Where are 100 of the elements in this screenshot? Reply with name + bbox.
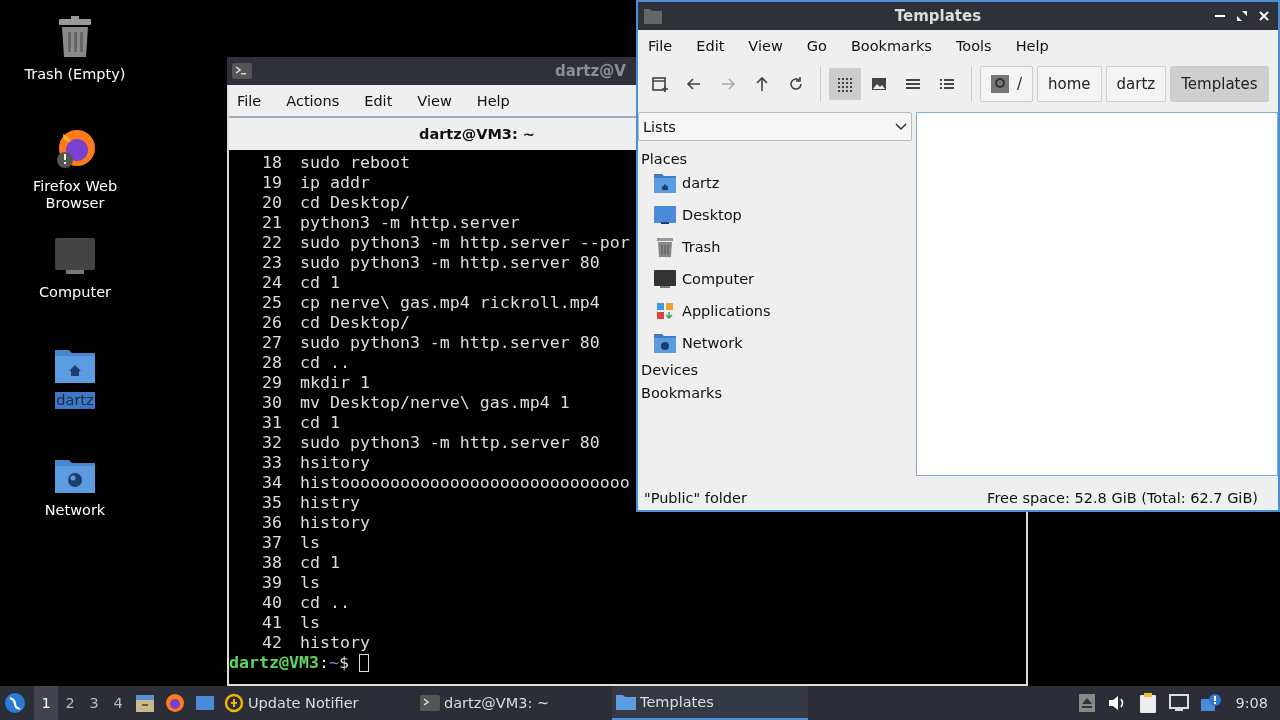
history-number: 37: [261, 533, 282, 553]
desktop-icon-label[interactable]: Computer: [15, 284, 135, 301]
text-cursor: [358, 654, 369, 672]
history-number: 38: [261, 553, 282, 573]
menu-item[interactable]: View: [748, 37, 783, 54]
history-command: sudo python3 -m http.server 80: [300, 433, 600, 453]
reload-icon[interactable]: [787, 75, 805, 93]
desktop-icon[interactable]: [195, 693, 215, 713]
place-item[interactable]: Applications: [638, 295, 912, 327]
history-command: ls: [300, 573, 320, 593]
window-title: Templates: [893, 7, 983, 25]
home-folder-icon[interactable]: [654, 173, 676, 193]
computer-icon[interactable]: [654, 269, 676, 289]
desktop-icon-label[interactable]: Firefox Web Browser: [15, 178, 135, 212]
history-number: 23: [261, 253, 282, 273]
clock[interactable]: 9:08: [1235, 695, 1268, 711]
menu-item[interactable]: Bookmarks: [850, 37, 932, 54]
desktop-icon[interactable]: [654, 205, 676, 225]
desktop-icon-label[interactable]: Trash (Empty): [15, 66, 135, 83]
place-item[interactable]: Network: [638, 327, 912, 359]
new-window-icon[interactable]: [651, 75, 669, 93]
history-number: 21: [261, 213, 282, 233]
history-command: python3 -m http.server: [300, 213, 520, 233]
history-number: 35: [261, 493, 282, 513]
info-icon[interactable]: [1201, 694, 1222, 712]
path-button[interactable]: dartz: [1105, 66, 1167, 102]
place-item[interactable]: Trash: [638, 231, 912, 263]
workspace-button[interactable]: 2: [58, 686, 82, 720]
taskbar-task[interactable]: Update Notifier: [220, 686, 416, 720]
eject-icon[interactable]: [1079, 694, 1096, 712]
menu-item[interactable]: View: [417, 92, 452, 109]
menu-item[interactable]: Tools: [955, 37, 992, 54]
icon-view-button[interactable]: [829, 68, 861, 100]
path-button[interactable]: home: [1037, 66, 1102, 102]
history-command: sudo python3 -m http.server 80: [300, 253, 600, 273]
menu-item[interactable]: File: [648, 37, 673, 54]
menu-item[interactable]: Help: [476, 92, 510, 109]
close-icon[interactable]: [1258, 10, 1270, 22]
history-number: 32: [261, 433, 282, 453]
history-number: 29: [261, 373, 282, 393]
firefox-icon[interactable]: [165, 693, 185, 713]
side-pane-dropdown[interactable]: Lists: [638, 112, 912, 141]
history-number: 36: [261, 513, 282, 533]
applications-icon[interactable]: [654, 301, 676, 321]
history-number: 25: [261, 293, 282, 313]
history-number: 27: [261, 333, 282, 353]
section-header: Devices: [640, 361, 700, 380]
path-button[interactable]: /: [980, 66, 1034, 102]
history-number: 33: [261, 453, 282, 473]
workspace-button[interactable]: 3: [82, 686, 106, 720]
history-command: histooooooooooooooooooooooooooooo: [300, 473, 630, 493]
history-command: sudo python3 -m http.server 80: [300, 333, 600, 353]
image-icon[interactable]: [870, 75, 888, 93]
trash-icon[interactable]: [654, 237, 676, 257]
path-button[interactable]: Templates: [1170, 66, 1269, 102]
status-text: "Public" folder: [644, 490, 747, 506]
clipboard-icon[interactable]: [1139, 693, 1158, 713]
update-icon[interactable]: [224, 693, 244, 713]
terminal-icon[interactable]: [420, 695, 440, 711]
history-command: ls: [300, 533, 320, 553]
history-number: 41: [261, 613, 282, 633]
drive-icon[interactable]: [991, 75, 1009, 93]
maximize-icon[interactable]: [1236, 10, 1248, 22]
terminal-icon: [232, 63, 252, 79]
chevron-down-icon[interactable]: [895, 122, 907, 131]
history-command: history: [300, 633, 370, 653]
menu-item[interactable]: Edit: [364, 92, 393, 109]
taskbar-task[interactable]: Templates: [612, 686, 808, 720]
history-number: 31: [261, 413, 282, 433]
workspace-button[interactable]: 4: [106, 686, 130, 720]
file-cabinet-icon[interactable]: [135, 693, 155, 713]
history-command: cd 1: [300, 553, 340, 573]
history-command: cd 1: [300, 413, 340, 433]
history-command: cd ..: [300, 353, 350, 373]
menu-item[interactable]: Go: [806, 37, 827, 54]
history-command: cd Desktop/: [300, 313, 410, 333]
history-command: hsitory: [300, 453, 370, 473]
computer-icon[interactable]: [54, 236, 96, 276]
history-number: 24: [261, 273, 282, 293]
workspace-button[interactable]: 1: [34, 686, 58, 720]
history-command: sudo reboot: [300, 153, 410, 173]
desktop-icon-label[interactable]: Network: [15, 502, 135, 519]
taskbar-task[interactable]: dartz@VM3: ~: [416, 686, 612, 720]
place-item[interactable]: dartz: [638, 167, 912, 199]
place-item[interactable]: Desktop: [638, 199, 912, 231]
menu-item[interactable]: Help: [1015, 37, 1049, 54]
menu-item[interactable]: File: [237, 92, 262, 109]
history-number: 20: [261, 193, 282, 213]
place-item[interactable]: Computer: [638, 263, 912, 295]
dot-grid-icon[interactable]: [836, 75, 854, 93]
menu-item[interactable]: Actions: [286, 92, 340, 109]
history-number: 39: [261, 573, 282, 593]
shell-prompt: dartz@VM3:~$: [229, 653, 349, 673]
history-command: cd Desktop/: [300, 193, 410, 213]
network-folder-icon[interactable]: [654, 333, 676, 353]
folder-icon[interactable]: [616, 694, 636, 710]
start-menu-icon[interactable]: [4, 692, 26, 714]
history-command: mv Desktop/nerve\ gas.mp4 1: [300, 393, 570, 413]
section-header: Bookmarks: [640, 384, 723, 403]
menu-item[interactable]: Edit: [696, 37, 725, 54]
